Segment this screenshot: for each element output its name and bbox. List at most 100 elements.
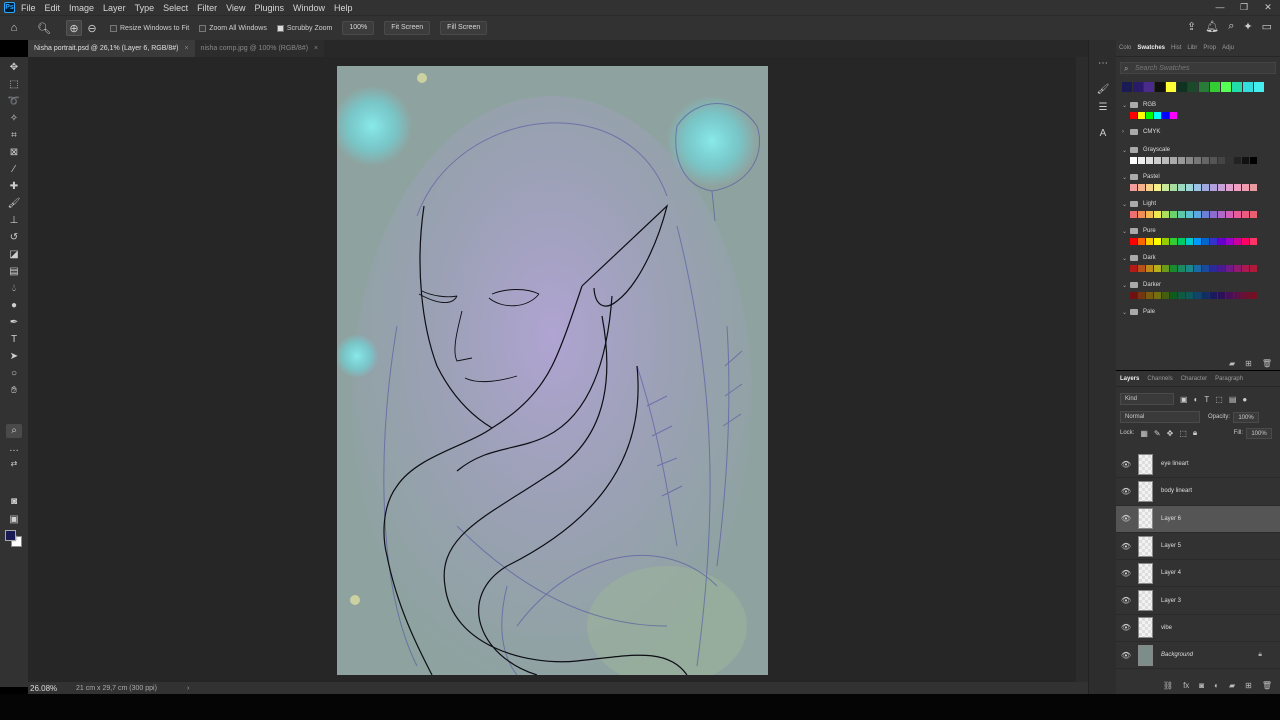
new-layer-icon[interactable]: ⊞ — [1245, 681, 1252, 690]
move-tool-icon[interactable]: ✥ — [6, 61, 22, 75]
menu-window[interactable]: Window — [293, 3, 325, 13]
blur-tool-icon[interactable]: 💧︎ — [6, 282, 22, 296]
color-swatch[interactable] — [1234, 184, 1241, 191]
fill-screen-button[interactable]: Fill Screen — [440, 21, 488, 35]
layer-row[interactable]: 👁︎ Background 🔒︎ — [1116, 642, 1280, 670]
color-swatch[interactable] — [1122, 82, 1132, 92]
menu-layer[interactable]: Layer — [103, 3, 126, 13]
color-swatch[interactable] — [1250, 265, 1257, 272]
pixel-filter-icon[interactable]: ▣ — [1180, 395, 1188, 404]
tab-character[interactable]: Character — [1177, 376, 1211, 382]
visibility-eye-icon[interactable]: 👁︎ — [1116, 596, 1136, 605]
layer-filter-kind[interactable]: Kind — [1120, 393, 1174, 405]
close-tab-icon[interactable]: × — [314, 45, 318, 52]
color-swatch[interactable] — [1146, 292, 1153, 299]
color-swatch[interactable] — [1202, 292, 1209, 299]
color-swatch[interactable] — [1138, 265, 1145, 272]
swatch-group-light[interactable]: ⌄ Light — [1122, 199, 1280, 209]
color-swatch[interactable] — [1154, 238, 1161, 245]
home-icon[interactable]: ⌂ — [6, 20, 22, 36]
menu-edit[interactable]: Edit — [45, 3, 61, 13]
color-swatch[interactable] — [1178, 211, 1185, 218]
color-swatch[interactable] — [1232, 82, 1242, 92]
color-swatch[interactable] — [1146, 238, 1153, 245]
layer-row[interactable]: 👁︎ Layer 4 — [1116, 560, 1280, 588]
color-swatch[interactable] — [1178, 238, 1185, 245]
color-swatch[interactable] — [1170, 157, 1177, 164]
menu-view[interactable]: View — [226, 3, 245, 13]
layer-row[interactable]: 👁︎ Layer 3 — [1116, 587, 1280, 615]
blend-mode-select[interactable]: Normal — [1120, 411, 1200, 423]
eraser-tool-icon[interactable]: ◪ — [6, 248, 22, 262]
clone-stamp-tool-icon[interactable]: ⊥ — [6, 214, 22, 228]
color-swatch[interactable] — [1202, 211, 1209, 218]
color-swatch[interactable] — [1186, 211, 1193, 218]
color-swatch[interactable] — [1250, 238, 1257, 245]
hand-tool-icon[interactable]: ✋︎ — [6, 384, 22, 398]
eyedropper-tool-icon[interactable]: ⁄ — [6, 163, 22, 177]
panel-menu-icon[interactable]: ⋯ — [1096, 58, 1110, 72]
color-swatch[interactable] — [1138, 112, 1145, 119]
path-selection-tool-icon[interactable]: ➤ — [6, 350, 22, 364]
color-swatch[interactable] — [1234, 265, 1241, 272]
type-tool-icon[interactable]: T — [6, 333, 22, 347]
restore-button[interactable]: ❐ — [1232, 0, 1256, 15]
color-swatch[interactable] — [1162, 112, 1169, 119]
color-swatch[interactable] — [1226, 157, 1233, 164]
color-swatch[interactable] — [1154, 184, 1161, 191]
color-swatch[interactable] — [1186, 265, 1193, 272]
tab-swatches[interactable]: Swatches — [1134, 45, 1168, 51]
swatch-group-cmyk[interactable]: › CMYK — [1122, 127, 1280, 137]
default-colors-icon[interactable]: ⇄ — [6, 457, 22, 471]
color-swatch[interactable] — [1170, 265, 1177, 272]
fill-input[interactable]: 100% — [1246, 427, 1272, 439]
tab-channels[interactable]: Channels — [1143, 376, 1176, 382]
workspace-icon[interactable]: ▭ — [1262, 20, 1272, 33]
color-swatch[interactable] — [1154, 292, 1161, 299]
lock-artboard-icon[interactable]: ⬚ — [1179, 429, 1187, 438]
color-swatch[interactable] — [1178, 292, 1185, 299]
color-swatch[interactable] — [1130, 238, 1137, 245]
color-swatch[interactable] — [1146, 265, 1153, 272]
color-swatch[interactable] — [1242, 157, 1249, 164]
menu-image[interactable]: Image — [69, 3, 94, 13]
zoom-level[interactable]: 26.08% — [30, 684, 76, 693]
quick-mask-icon[interactable]: ◙ — [6, 495, 22, 509]
color-swatch[interactable] — [1210, 292, 1217, 299]
color-swatch[interactable] — [1202, 184, 1209, 191]
color-swatch[interactable] — [1194, 238, 1201, 245]
lasso-tool-icon[interactable]: ➰ — [6, 95, 22, 109]
magic-wand-tool-icon[interactable]: ✧ — [6, 112, 22, 126]
color-swatch[interactable] — [1234, 157, 1241, 164]
layer-row[interactable]: 👁︎ Layer 6 — [1116, 505, 1280, 533]
fit-screen-button[interactable]: Fit Screen — [384, 21, 431, 35]
vertical-scrollbar[interactable] — [1076, 57, 1088, 682]
more-tools-icon[interactable]: … — [6, 442, 22, 456]
delete-swatch-icon[interactable]: 🗑︎ — [1262, 359, 1272, 368]
color-swatch[interactable] — [1133, 82, 1143, 92]
visibility-eye-icon[interactable]: 👁︎ — [1116, 487, 1136, 496]
menu-file[interactable]: File — [21, 3, 36, 13]
color-swatch[interactable] — [1210, 211, 1217, 218]
color-swatch[interactable] — [1138, 211, 1145, 218]
opacity-input[interactable]: 100% — [1233, 411, 1260, 423]
color-swatch[interactable] — [1210, 157, 1217, 164]
color-swatch[interactable] — [1218, 265, 1225, 272]
color-swatch[interactable] — [1243, 82, 1253, 92]
swatch-group-rgb[interactable]: ⌄ RGB — [1122, 100, 1280, 110]
color-swatch[interactable] — [1234, 211, 1241, 218]
document-canvas[interactable] — [337, 66, 768, 675]
color-swatch[interactable] — [1242, 184, 1249, 191]
color-swatch[interactable] — [1194, 265, 1201, 272]
color-swatch[interactable] — [1210, 82, 1220, 92]
zoom-in-icon[interactable]: ⊕ — [66, 20, 82, 36]
lock-transparent-icon[interactable]: ▦ — [1140, 429, 1148, 438]
chevron-down-icon[interactable]: ⌄ — [1122, 282, 1130, 289]
layer-row[interactable]: 👁︎ vibe — [1116, 615, 1280, 643]
adjustment-layer-icon[interactable]: ◐ — [1214, 681, 1219, 690]
zoom-all-box[interactable] — [199, 24, 207, 32]
discover-icon[interactable]: ✦ — [1243, 20, 1252, 33]
color-swatch[interactable] — [1162, 184, 1169, 191]
color-swatch[interactable] — [1138, 292, 1145, 299]
color-swatch[interactable] — [1146, 184, 1153, 191]
